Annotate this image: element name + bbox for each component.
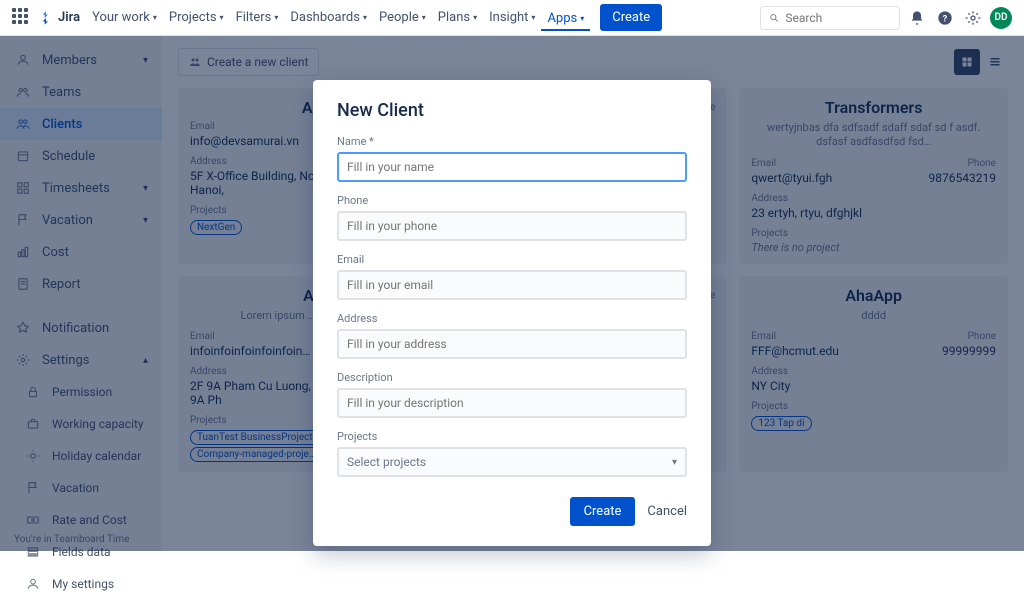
app-switcher-icon[interactable]	[12, 8, 32, 28]
nav-your-work[interactable]: Your work▾	[86, 6, 163, 29]
user-avatar[interactable]: DD	[990, 7, 1012, 29]
nav-projects[interactable]: Projects▾	[163, 6, 230, 29]
nav-dashboards[interactable]: Dashboards▾	[284, 6, 373, 29]
name-input[interactable]	[337, 152, 687, 182]
projects-select[interactable]: Select projects ▾	[337, 447, 687, 477]
nav-plans[interactable]: Plans▾	[432, 6, 483, 29]
nav-apps[interactable]: Apps▾	[541, 6, 590, 31]
brand-label: Jira	[58, 10, 80, 25]
name-label: Name *	[337, 135, 687, 148]
settings-icon[interactable]	[962, 7, 984, 29]
phone-label: Phone	[337, 194, 687, 207]
modal-title: New Client	[337, 100, 687, 121]
person-icon	[24, 575, 42, 593]
create-button[interactable]: Create	[600, 4, 662, 31]
svg-text:?: ?	[943, 13, 948, 24]
email-input[interactable]	[337, 270, 687, 300]
email-label: Email	[337, 253, 687, 266]
nav-filters[interactable]: Filters▾	[230, 6, 285, 29]
projects-select-placeholder: Select projects	[347, 455, 426, 469]
search-input[interactable]	[785, 11, 891, 25]
help-icon[interactable]: ?	[934, 7, 956, 29]
modal-create-button[interactable]: Create	[570, 497, 636, 526]
jira-icon	[38, 10, 54, 26]
nav-insight[interactable]: Insight▾	[483, 6, 541, 29]
projects-label: Projects	[337, 430, 687, 443]
notifications-icon[interactable]	[906, 7, 928, 29]
address-input[interactable]	[337, 329, 687, 359]
sidebar-item-label: My settings	[52, 577, 148, 591]
jira-logo[interactable]: Jira	[38, 10, 80, 26]
top-nav: Jira Your work▾Projects▾Filters▾Dashboar…	[0, 0, 1024, 36]
search-icon	[769, 12, 779, 24]
new-client-modal: New Client Name * Phone Email Address De…	[313, 80, 711, 546]
address-label: Address	[337, 312, 687, 325]
chevron-down-icon: ▾	[672, 457, 677, 468]
description-input[interactable]	[337, 388, 687, 418]
modal-cancel-button[interactable]: Cancel	[647, 497, 687, 526]
phone-input[interactable]	[337, 211, 687, 241]
search-box[interactable]	[760, 6, 900, 30]
description-label: Description	[337, 371, 687, 384]
nav-people[interactable]: People▾	[373, 6, 432, 29]
sidebar-item-my-settings[interactable]: My settings	[0, 568, 162, 600]
